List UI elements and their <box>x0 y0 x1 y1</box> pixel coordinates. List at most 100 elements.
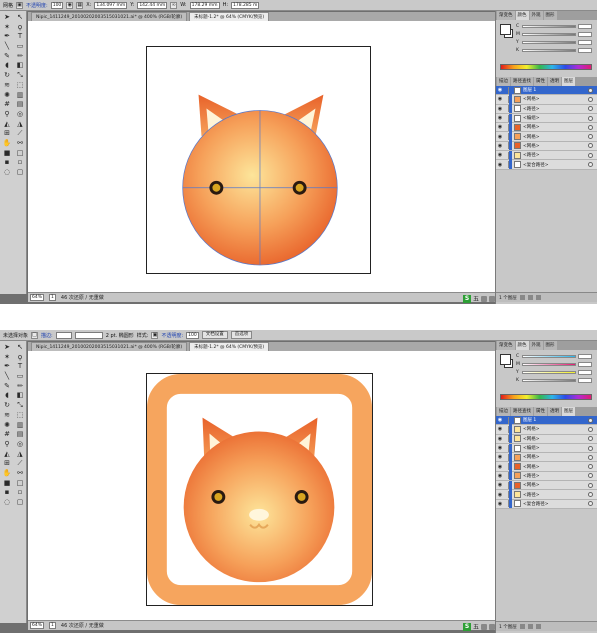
new-layer-icon[interactable] <box>527 624 533 629</box>
tab-attributes[interactable]: 属性 <box>534 407 547 416</box>
slider-y[interactable]: Y <box>516 40 592 45</box>
mesh-tool-icon[interactable]: # <box>1 100 13 109</box>
document-setup-button[interactable]: 文档设置 <box>201 331 228 339</box>
eraser-tool-icon[interactable]: ◧ <box>14 391 26 400</box>
eye-icon[interactable]: ◉ <box>496 96 504 102</box>
color-mode-icon[interactable]: ▪ <box>1 158 13 167</box>
blob-brush-icon[interactable]: ◖ <box>1 391 13 400</box>
color-spectrum[interactable] <box>500 64 592 70</box>
fill-swatch-icon[interactable]: ■ <box>1 479 13 488</box>
artboard-nav[interactable]: 1 <box>49 622 56 629</box>
cat-icon-artwork[interactable] <box>147 374 372 605</box>
tab-appearance[interactable]: 外观 <box>529 11 543 20</box>
document-tab-1[interactable]: Nipic_1411249_20100202003515031021.ai* @… <box>31 12 188 21</box>
preferences-button[interactable]: 首选项 <box>230 331 253 339</box>
new-sublayer-icon[interactable] <box>519 295 525 300</box>
eye-icon[interactable]: ◉ <box>496 454 504 460</box>
fill-color-swatch[interactable] <box>500 24 511 35</box>
ime-toolbar[interactable]: S 五 <box>462 294 495 303</box>
live-paint-select-icon[interactable]: ◮ <box>14 120 26 129</box>
line-tool-icon[interactable]: ╲ <box>1 372 13 381</box>
tab-layers[interactable]: 图层 <box>562 407 575 416</box>
lasso-tool-icon[interactable]: ϙ <box>14 23 26 32</box>
eye-icon[interactable]: ◉ <box>496 152 504 158</box>
eye-icon[interactable]: ◉ <box>496 482 504 488</box>
blob-brush-icon[interactable]: ◖ <box>1 61 13 70</box>
layer-row[interactable]: ◉ 图层 1 <box>496 85 597 96</box>
slice-tool-icon[interactable]: ⟋ <box>14 459 26 468</box>
pencil-tool-icon[interactable]: ✏ <box>14 52 26 61</box>
tab-pathfinder[interactable]: 路径查找 <box>511 407 533 416</box>
target-icon[interactable] <box>588 106 593 112</box>
eye-icon[interactable]: ◉ <box>496 106 504 112</box>
magic-wand-tool-icon[interactable]: ✶ <box>1 353 13 362</box>
slider-k[interactable]: K <box>516 48 592 53</box>
tab-appearance[interactable]: 外观 <box>529 341 543 350</box>
rectangle-tool-icon[interactable]: ▭ <box>14 372 26 381</box>
tab-transparency[interactable]: 透明 <box>548 407 561 416</box>
tab-attributes[interactable]: 属性 <box>534 77 547 86</box>
layer-row[interactable]: ◉ <网格> <box>496 462 597 472</box>
pencil-tool-icon[interactable]: ✏ <box>14 382 26 391</box>
layer-row[interactable]: ◉ <网格> <box>496 424 597 435</box>
eye-icon[interactable]: ◉ <box>496 436 504 442</box>
paintbrush-tool-icon[interactable]: ✎ <box>1 382 13 391</box>
artboard-tool-icon[interactable]: ⊞ <box>1 129 13 138</box>
tab-color[interactable]: 颜色 <box>515 11 529 20</box>
eye-icon[interactable]: ◉ <box>496 134 504 140</box>
rotate-tool-icon[interactable]: ↻ <box>1 71 13 80</box>
layer-row[interactable]: ◉ <路径> <box>496 490 597 500</box>
stroke-label[interactable]: 描边: <box>41 332 53 339</box>
target-icon[interactable] <box>588 501 593 507</box>
layer-row[interactable]: ◉ <路径> <box>496 471 597 482</box>
target-icon[interactable] <box>588 473 593 479</box>
layer-row[interactable]: ◉ <网格> <box>496 452 597 463</box>
eye-icon[interactable]: ◉ <box>496 473 504 479</box>
eye-icon[interactable]: ◉ <box>496 162 504 168</box>
screen-mode-icon[interactable]: ▢ <box>14 498 26 507</box>
tab-pathfinder[interactable]: 路径查找 <box>511 77 533 86</box>
ime-toolbar[interactable]: S 五 <box>462 622 495 631</box>
tab-graphic-styles[interactable]: 图形 <box>543 11 557 20</box>
layer-row[interactable]: ◉ <网格> <box>496 132 597 142</box>
direct-selection-tool-icon[interactable]: ↖ <box>14 13 26 22</box>
zoom-tool-icon[interactable]: ⚯ <box>14 469 26 478</box>
target-icon[interactable] <box>588 445 593 451</box>
tab-transparency[interactable]: 透明 <box>548 77 561 86</box>
symbol-sprayer-icon[interactable]: ✺ <box>1 421 13 430</box>
graph-tool-icon[interactable]: ▥ <box>14 421 26 430</box>
tab-gradient[interactable]: 渐变色 <box>497 341 515 350</box>
live-paint-icon[interactable]: ◭ <box>1 120 13 129</box>
sogou-icon[interactable]: S <box>462 622 471 631</box>
target-icon[interactable] <box>588 482 593 488</box>
target-icon[interactable] <box>588 454 593 460</box>
zoom-tool-icon[interactable]: ⚯ <box>14 139 26 148</box>
gradient-tool-icon[interactable]: ▤ <box>14 100 26 109</box>
type-tool-icon[interactable]: T <box>14 362 26 371</box>
align-icon[interactable]: ▦ <box>76 1 84 9</box>
cat-face-artwork[interactable] <box>147 47 370 273</box>
stroke-swatch-icon[interactable]: □ <box>14 149 26 158</box>
target-icon[interactable] <box>588 124 593 130</box>
fill-swatch-icon[interactable]: □ <box>31 331 39 339</box>
h-input[interactable]: 178.285 m <box>231 1 260 9</box>
eye-icon[interactable]: ◉ <box>496 492 504 498</box>
live-paint-icon[interactable]: ◭ <box>1 450 13 459</box>
artboard[interactable] <box>146 373 373 606</box>
tab-stroke[interactable]: 描边 <box>497 407 510 416</box>
target-icon[interactable] <box>588 115 593 121</box>
target-icon[interactable] <box>588 134 593 140</box>
gradient-tool-icon[interactable]: ▤ <box>14 430 26 439</box>
slider-c[interactable]: C <box>516 354 592 359</box>
layer-row[interactable]: ◉ <复合路径> <box>496 160 597 170</box>
screen-mode-icon[interactable]: ▢ <box>14 168 26 177</box>
eye-icon[interactable]: ◉ <box>496 115 504 121</box>
color-spectrum[interactable] <box>500 394 592 400</box>
line-tool-icon[interactable]: ╲ <box>1 42 13 51</box>
layer-row[interactable]: ◉ <编组> <box>496 113 597 124</box>
direct-selection-tool-icon[interactable]: ↖ <box>14 343 26 352</box>
eye-icon[interactable]: ◉ <box>496 87 504 93</box>
layer-row[interactable]: ◉ <路径> <box>496 104 597 114</box>
warp-tool-icon[interactable]: ≋ <box>1 411 13 420</box>
new-sublayer-icon[interactable] <box>519 624 525 629</box>
